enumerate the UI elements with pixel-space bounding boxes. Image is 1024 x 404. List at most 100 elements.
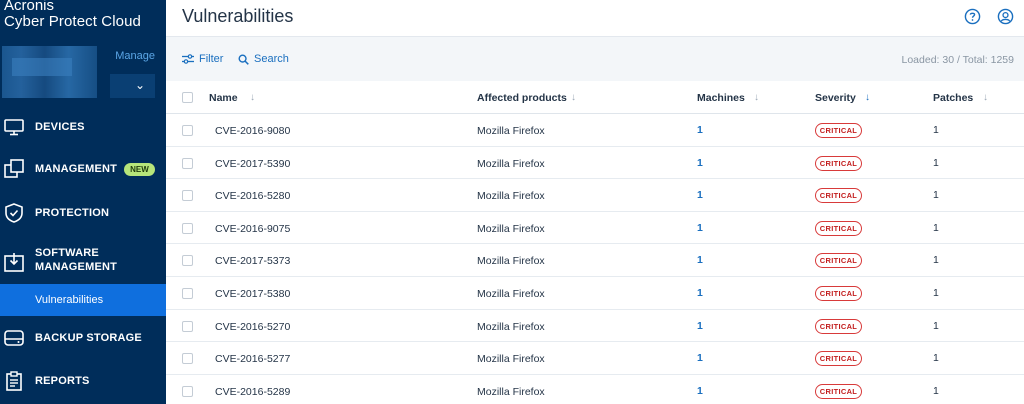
nav-label-reports: REPORTS (35, 375, 90, 387)
manage-link[interactable]: Manage (115, 50, 155, 62)
cell-affected-product: Mozilla Firefox (477, 222, 545, 235)
cell-patches: 1 (933, 254, 939, 267)
nav-item-backup-storage[interactable]: BACKUP STORAGE (0, 321, 166, 355)
cell-machines-link[interactable]: 1 (697, 352, 703, 364)
row-checkbox[interactable] (182, 190, 193, 202)
table-row[interactable]: CVE-2016-9075 Mozilla Firefox 1 CRITICAL… (166, 212, 1024, 245)
account-icon[interactable] (997, 8, 1014, 25)
row-checkbox[interactable] (182, 125, 193, 136)
severity-badge: CRITICAL (815, 318, 862, 334)
select-all-checkbox[interactable] (182, 92, 193, 103)
nav-label-software-line-1: SOFTWARE (35, 247, 99, 259)
sort-arrow-icon[interactable]: ↓ (250, 92, 255, 103)
sort-arrow-active-icon[interactable]: ↓ (865, 92, 870, 103)
col-header-machines[interactable]: Machines (697, 92, 745, 104)
search-label: Search (254, 53, 289, 65)
table-row[interactable]: CVE-2017-5373 Mozilla Firefox 1 CRITICAL… (166, 244, 1024, 277)
row-checkbox[interactable] (182, 255, 193, 267)
page-header: Vulnerabilities (166, 0, 1024, 37)
backup-storage-icon (4, 330, 24, 346)
protection-icon (5, 203, 23, 223)
search-button[interactable]: Search (238, 53, 289, 65)
cell-name: CVE-2016-5270 (215, 320, 291, 333)
nav-label-devices: DEVICES (35, 121, 85, 133)
cell-machines-link[interactable]: 1 (697, 189, 703, 201)
row-checkbox[interactable] (182, 288, 193, 299)
nav-item-protection[interactable]: PROTECTION (0, 196, 166, 230)
cell-affected-product: Mozilla Firefox (477, 288, 545, 300)
sidebar: Acronis Cyber Protect Cloud Manage ⌄ DEV… (0, 0, 166, 404)
table-row[interactable]: CVE-2017-5380 Mozilla Firefox 1 CRITICAL… (166, 277, 1024, 310)
cell-name: CVE-2016-5289 (215, 385, 291, 398)
filter-label: Filter (199, 53, 224, 65)
cell-machines-link[interactable]: 1 (697, 157, 703, 169)
row-checkbox[interactable] (182, 157, 193, 169)
table-row[interactable]: CVE-2016-5289 Mozilla Firefox 1 CRITICAL… (166, 375, 1024, 404)
brand-logo: Acronis Cyber Protect Cloud (4, 0, 141, 30)
severity-badge: CRITICAL (815, 123, 862, 138)
help-icon[interactable] (964, 8, 981, 25)
new-badge: NEW (124, 162, 155, 176)
nav-label-software-line-2: MANAGEMENT (35, 261, 118, 273)
cell-machines-link[interactable]: 1 (697, 320, 703, 332)
table-row[interactable]: CVE-2016-5270 Mozilla Firefox 1 CRITICAL… (166, 310, 1024, 343)
cell-patches: 1 (933, 287, 939, 299)
cell-affected-product: Mozilla Firefox (477, 255, 545, 268)
cell-machines-link[interactable]: 1 (697, 287, 703, 299)
cell-machines-link[interactable]: 1 (697, 222, 703, 234)
row-checkbox[interactable] (182, 353, 193, 365)
col-header-patches[interactable]: Patches (933, 92, 973, 104)
row-checkbox[interactable] (182, 222, 193, 234)
filter-button[interactable]: Filter (182, 53, 223, 65)
table-row[interactable]: CVE-2016-5280 Mozilla Firefox 1 CRITICAL… (166, 179, 1024, 212)
reports-icon (6, 371, 22, 391)
cell-name: CVE-2017-5373 (215, 255, 291, 268)
severity-badge: CRITICAL (815, 220, 862, 236)
tenant-selector[interactable]: ⌄ (110, 74, 155, 98)
search-icon (238, 53, 249, 65)
cell-affected-product: Mozilla Firefox (477, 385, 545, 398)
col-header-name[interactable]: Name (209, 92, 238, 104)
nav-item-vulnerabilities[interactable]: Vulnerabilities (0, 284, 166, 316)
cell-name: CVE-2016-9080 (215, 125, 291, 137)
cell-name: CVE-2016-5280 (215, 190, 291, 203)
table-row[interactable]: CVE-2016-9080 Mozilla Firefox 1 CRITICAL… (166, 114, 1024, 147)
nav-item-management[interactable]: MANAGEMENT NEW (0, 152, 166, 186)
cell-affected-product: Mozilla Firefox (477, 157, 545, 170)
table-row[interactable]: CVE-2016-5277 Mozilla Firefox 1 CRITICAL… (166, 342, 1024, 375)
sort-arrow-icon[interactable]: ↓ (983, 92, 988, 103)
cell-affected-product: Mozilla Firefox (477, 190, 545, 203)
cell-machines-link[interactable]: 1 (697, 254, 703, 266)
nav-label-management: MANAGEMENT (35, 163, 118, 175)
sort-arrow-icon[interactable]: ↓ (571, 92, 576, 103)
severity-badge: CRITICAL (815, 188, 862, 204)
table-header-row: Name ↓ Affected products ↓ Machines ↓ Se… (166, 81, 1024, 114)
cell-name: CVE-2017-5390 (215, 157, 291, 170)
col-header-severity[interactable]: Severity (815, 92, 856, 104)
nav-item-reports[interactable]: REPORTS (0, 364, 166, 398)
chevron-down-icon: ⌄ (134, 78, 145, 92)
cell-machines-link[interactable]: 1 (697, 124, 703, 136)
sort-arrow-icon[interactable]: ↓ (754, 92, 759, 103)
nav-item-software-management[interactable]: SOFTWARE MANAGEMENT (0, 244, 166, 280)
table-row[interactable]: CVE-2017-5390 Mozilla Firefox 1 CRITICAL… (166, 147, 1024, 180)
management-icon (4, 159, 24, 178)
cell-affected-product: Mozilla Firefox (477, 125, 545, 137)
severity-badge: CRITICAL (815, 253, 862, 269)
cell-patches: 1 (933, 352, 939, 365)
page-title: Vulnerabilities (182, 6, 294, 26)
col-header-affected-products[interactable]: Affected products (477, 92, 567, 104)
row-checkbox[interactable] (182, 385, 193, 397)
cell-patches: 1 (933, 124, 939, 136)
cell-machines-link[interactable]: 1 (697, 385, 703, 397)
cell-patches: 1 (933, 189, 939, 202)
cell-affected-product: Mozilla Firefox (477, 320, 545, 333)
cell-affected-product: Mozilla Firefox (477, 353, 545, 366)
nav-item-devices[interactable]: DEVICES (0, 110, 166, 144)
filter-icon (182, 54, 194, 64)
row-checkbox[interactable] (182, 320, 193, 332)
cell-name: CVE-2016-5277 (215, 353, 291, 366)
cell-name: CVE-2016-9075 (215, 222, 291, 235)
loaded-count: Loaded: 30 / Total: 1259 (901, 54, 1015, 66)
software-management-icon (4, 253, 24, 272)
